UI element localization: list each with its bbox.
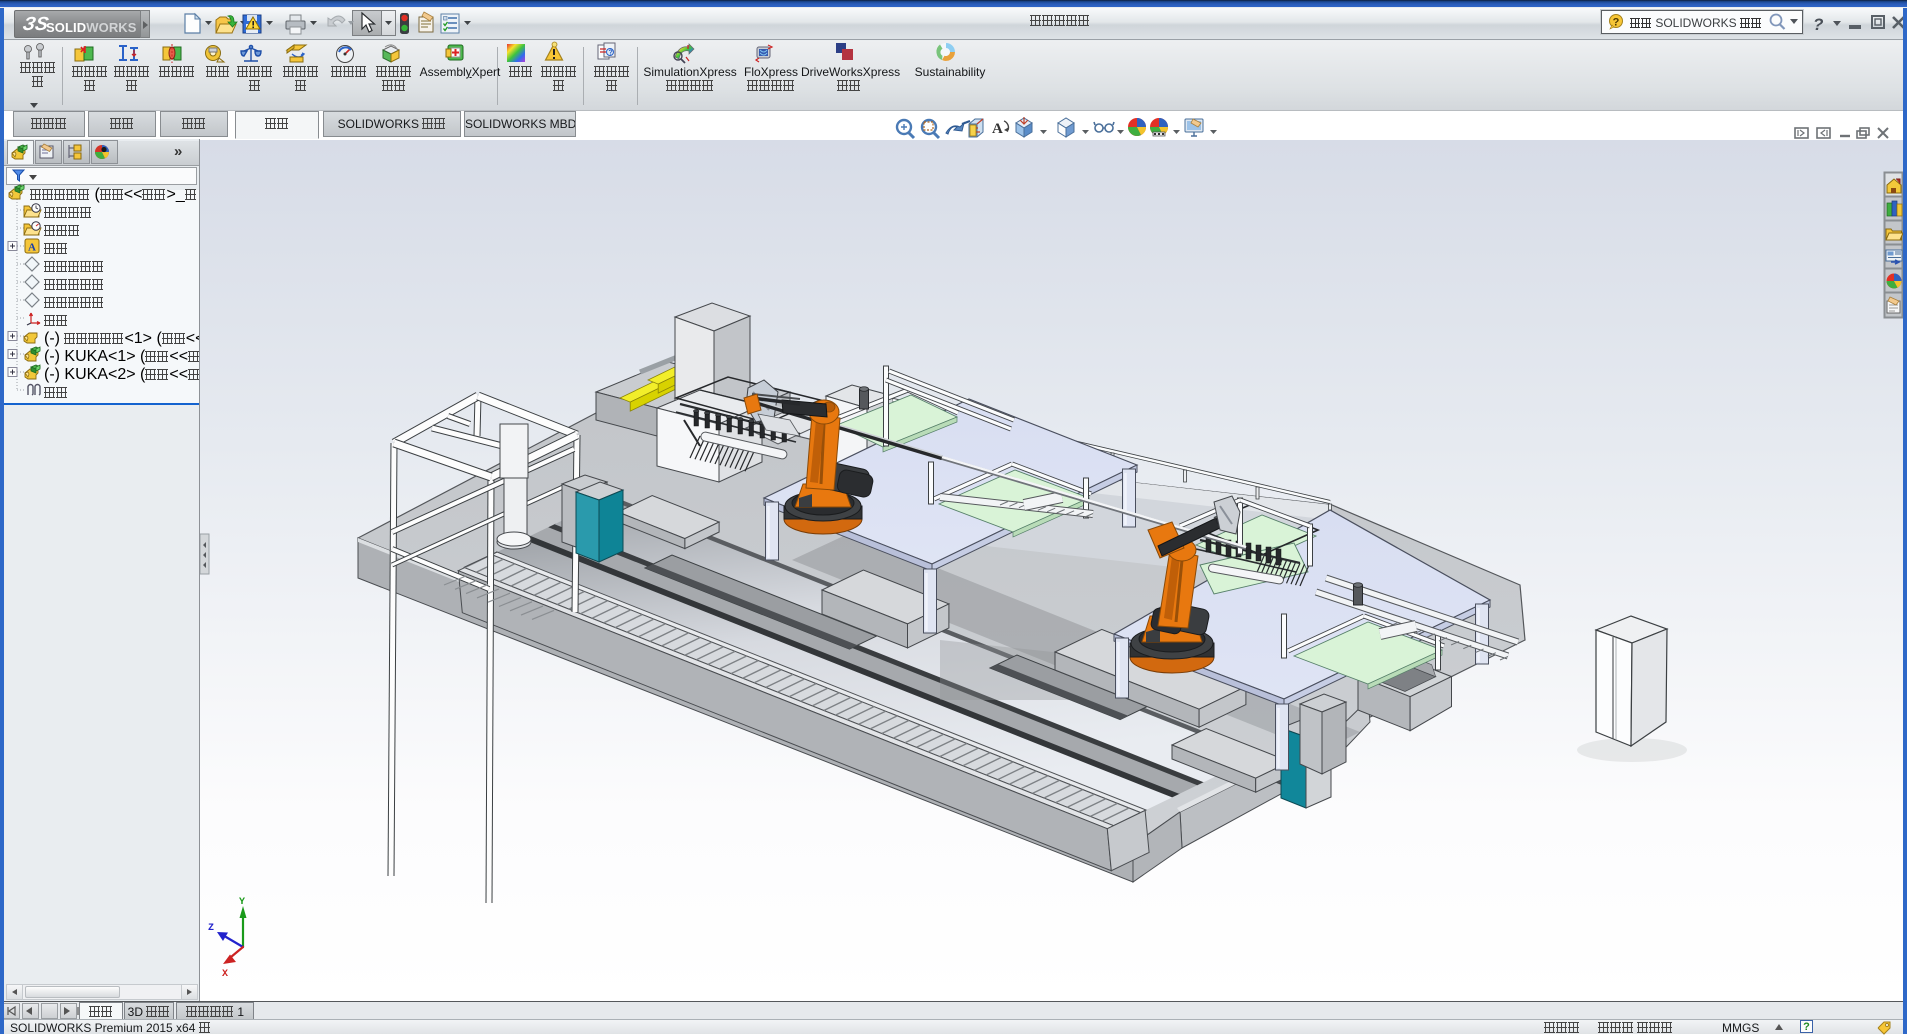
svg-text:A: A	[28, 242, 36, 254]
svg-text:?: ?	[609, 50, 613, 57]
svg-text:A: A	[992, 121, 1003, 137]
